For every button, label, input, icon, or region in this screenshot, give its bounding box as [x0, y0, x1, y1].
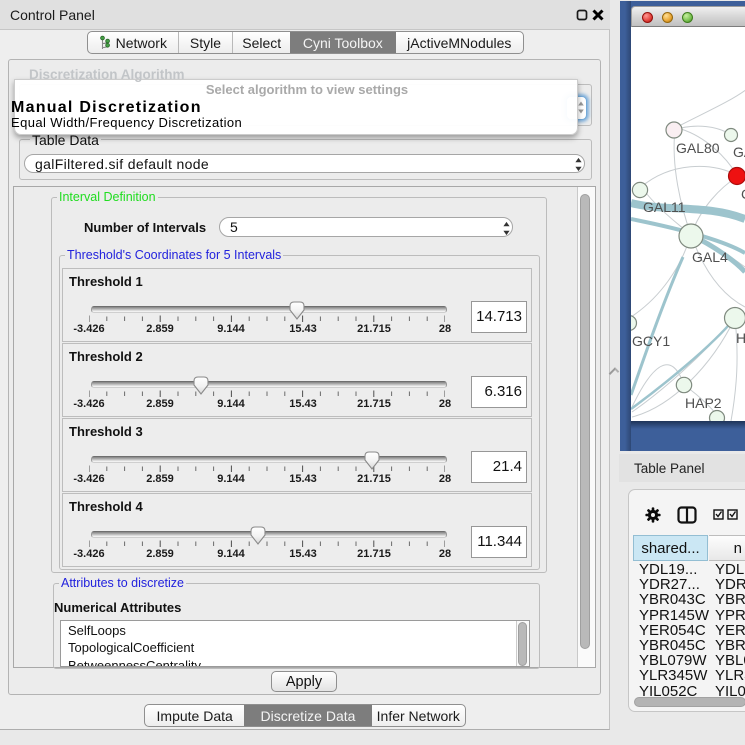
svg-text:GAL4: GAL4	[692, 249, 728, 265]
svg-text:GA: GA	[733, 144, 745, 160]
svg-text:HAP2: HAP2	[685, 395, 722, 411]
svg-text:H: H	[736, 330, 745, 346]
svg-text:C: C	[741, 186, 745, 202]
svg-text:GAL11: GAL11	[643, 199, 686, 215]
svg-text:GAL80: GAL80	[676, 140, 720, 156]
svg-text:GCY1: GCY1	[632, 333, 670, 349]
